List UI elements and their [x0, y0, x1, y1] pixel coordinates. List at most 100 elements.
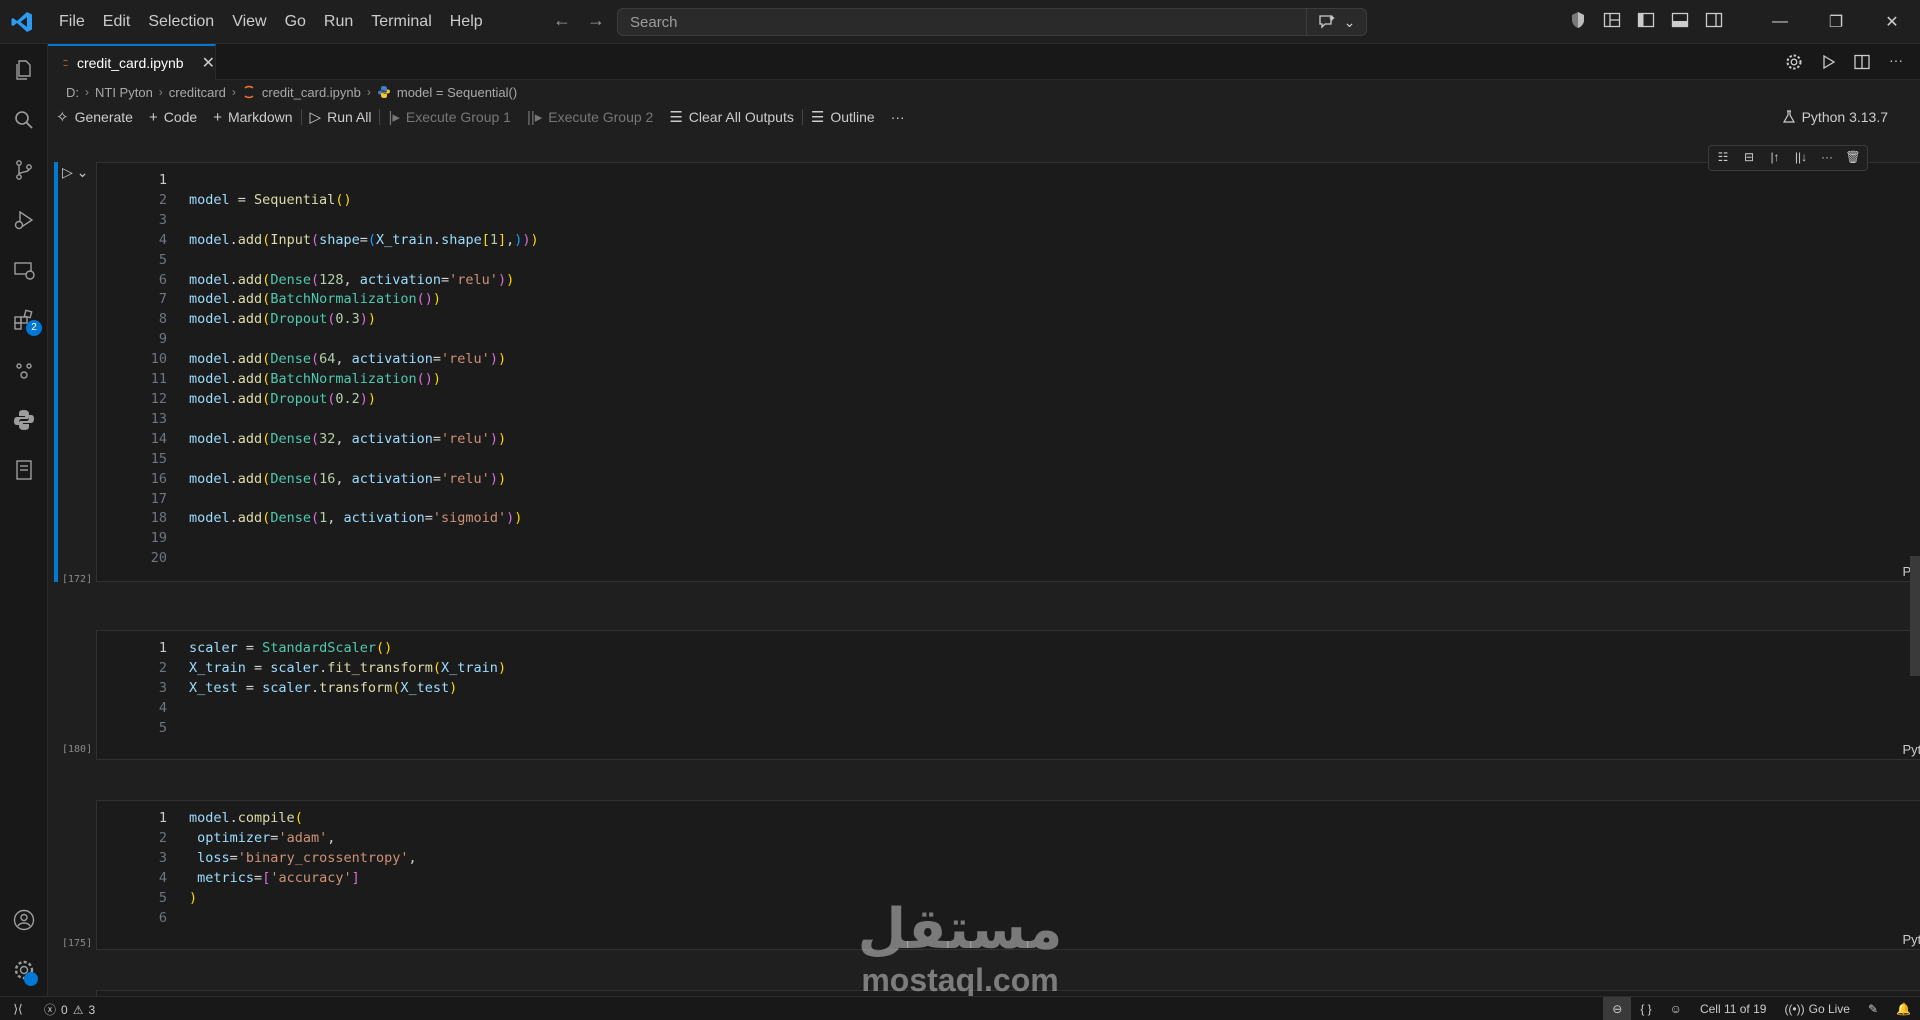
toggle-primary-sidebar-icon[interactable]	[1636, 10, 1656, 30]
menu-help[interactable]: Help	[441, 9, 492, 35]
cell-language[interactable]: Python	[1903, 932, 1920, 947]
cell-more-icon[interactable]: ···	[1819, 150, 1835, 166]
remote-explorer-icon[interactable]	[12, 258, 36, 282]
customize-layout-icon[interactable]	[1602, 10, 1622, 30]
warning-icon: ⚠	[72, 1002, 84, 1017]
accounts-icon[interactable]	[12, 908, 36, 932]
braces-indicator[interactable]: { }	[1631, 997, 1660, 1020]
execute-below-icon[interactable]: ||↓	[1793, 150, 1809, 166]
chevron-right-icon: ›	[85, 85, 89, 99]
menu-run[interactable]: Run	[315, 9, 362, 35]
restore-icon[interactable]: ❐	[1808, 0, 1864, 44]
run-cell-icon[interactable]: ▷ ⌄	[62, 164, 88, 181]
status-right: ⊖ { } ☺ Cell 11 of 19 ((•)) Go Live ✎ 🔔	[1603, 997, 1920, 1020]
breadcrumb-folder-creditcard[interactable]: creditcard	[169, 85, 226, 100]
cell-code[interactable]: 1 2 model = Sequential() 3 4 model.add(Inp…	[97, 171, 539, 569]
add-markdown-cell-button[interactable]: + Markdown	[205, 104, 300, 130]
run-icon[interactable]	[1818, 52, 1838, 72]
menu-view[interactable]: View	[223, 9, 275, 35]
notebook-editor: ▷ ⌄ 1 2 model = Sequential() 3 4 model.add…	[48, 132, 1920, 996]
generate-button[interactable]: ✧ Generate	[48, 104, 141, 130]
more-toolbar-button[interactable]: ···	[883, 104, 913, 130]
vertical-scrollbar[interactable]	[1910, 556, 1920, 676]
close-window-icon[interactable]: ✕	[1864, 0, 1920, 44]
cell-focus-indicator	[54, 162, 58, 582]
mostaql-watermark: مستقل mostaql.com	[843, 898, 1077, 1006]
watermark-arabic: مستقل	[857, 897, 1063, 962]
clear-all-icon: ☰	[669, 109, 683, 126]
run-by-line-icon[interactable]: ☷	[1715, 150, 1731, 166]
zoom-icon[interactable]: ⊖	[1603, 997, 1632, 1020]
cell-position[interactable]: Cell 11 of 19	[1691, 997, 1776, 1020]
menu-terminal[interactable]: Terminal	[362, 9, 440, 35]
toggle-panel-icon[interactable]	[1670, 10, 1690, 30]
minimize-icon[interactable]: —	[1752, 0, 1808, 44]
search-icon[interactable]	[12, 108, 36, 132]
chevron-right-icon: ›	[231, 85, 236, 99]
jupyter-notebook-icon[interactable]	[12, 458, 36, 482]
execute-group-1-button[interactable]: |▸ Execute Group 1	[380, 104, 519, 130]
delete-cell-icon[interactable]: 🗑	[1845, 150, 1861, 166]
feedback-icon[interactable]: ✎	[1859, 997, 1887, 1020]
run-all-button[interactable]: ▷ Run All	[302, 104, 380, 130]
outline-label: Outline	[830, 109, 875, 125]
code-cell[interactable]: 1 scaler = StandardScaler() 2 X_train = sc…	[96, 630, 1920, 760]
more-actions-icon[interactable]: ···	[1886, 52, 1906, 72]
settings-gear-icon[interactable]	[1784, 52, 1804, 72]
copilot-chat-button[interactable]: ⌄	[1306, 9, 1366, 35]
python-cell-icon	[377, 86, 390, 98]
breadcrumb-folder-nti[interactable]: NTI Pyton	[95, 85, 153, 100]
toggle-secondary-sidebar-icon[interactable]	[1704, 10, 1724, 30]
kernel-picker[interactable]: Python 3.13.7	[1782, 104, 1888, 130]
accounts-shield-icon[interactable]	[1568, 10, 1588, 30]
forward-arrow-icon[interactable]: →	[586, 10, 606, 31]
markdown-label: Markdown	[227, 109, 293, 125]
editor-tab-bar: credit_card.ipynb ✕ ···	[48, 44, 1920, 80]
generate-label: Generate	[74, 109, 133, 125]
notifications-bell-icon[interactable]: 🔔	[1887, 997, 1920, 1020]
execute-group-icon: |▸	[388, 109, 400, 126]
menu-go[interactable]: Go	[276, 9, 315, 35]
cell-language[interactable]: Python	[1903, 742, 1920, 757]
menu-edit[interactable]: Edit	[94, 9, 140, 35]
go-live-button[interactable]: ((•)) Go Live	[1775, 997, 1859, 1020]
tab-close-icon[interactable]: ✕	[202, 53, 215, 73]
execute-group-icon: ||▸	[526, 109, 543, 126]
breadcrumb-drive[interactable]: D:	[66, 85, 79, 100]
testing-icon[interactable]	[12, 358, 36, 382]
remote-icon: ⟩⟨	[13, 1001, 23, 1016]
breadcrumb-file[interactable]: credit_card.ipynb	[262, 85, 361, 100]
menu-file[interactable]: File	[50, 9, 94, 35]
explorer-icon[interactable]	[12, 58, 36, 82]
code-cell[interactable]: 1 2 model = Sequential() 3 4 model.add(Inp…	[96, 162, 1920, 582]
clear-all-outputs-button[interactable]: ☰ Clear All Outputs	[661, 104, 802, 130]
back-arrow-icon[interactable]: ←	[552, 10, 572, 31]
execution-count: [180]	[62, 744, 93, 755]
remote-indicator[interactable]: ⟩⟨	[0, 997, 36, 1020]
command-center-search[interactable]: Search ⌄	[617, 8, 1367, 36]
split-editor-icon[interactable]	[1852, 52, 1872, 72]
cell-code[interactable]: 1 scaler = StandardScaler() 2 X_train = sc…	[97, 639, 506, 739]
run-debug-icon[interactable]	[12, 208, 36, 232]
split-cell-icon[interactable]: ⊟	[1741, 150, 1757, 166]
source-control-icon[interactable]	[12, 158, 36, 182]
navigation-arrows: ← →	[552, 10, 606, 31]
flask-icon	[1782, 110, 1795, 123]
activity-bar: 2	[0, 44, 48, 996]
outline-button[interactable]: ☰ Outline	[803, 104, 883, 130]
problems-indicator[interactable]: ⓧ 0 ⚠ 3	[44, 1001, 95, 1018]
execute-above-icon[interactable]: |↑	[1767, 150, 1783, 166]
watermark-latin: mostaql.com	[861, 962, 1059, 998]
copilot-icon[interactable]: ☺	[1661, 997, 1691, 1020]
plus-icon: +	[213, 108, 222, 126]
sparkle-icon: ✧	[56, 109, 69, 126]
cell-code[interactable]: 1 model.compile( 2 optimizer='adam', 3 lo…	[97, 809, 417, 928]
breadcrumb-symbol[interactable]: model = Sequential()	[397, 85, 517, 100]
run-all-label: Run All	[327, 109, 372, 125]
python-icon[interactable]	[12, 408, 36, 432]
tab-credit-card-notebook[interactable]: credit_card.ipynb ✕	[48, 44, 216, 80]
menu-selection[interactable]: Selection	[139, 9, 223, 35]
execute-group-2-button[interactable]: ||▸ Execute Group 2	[519, 104, 661, 130]
execution-count: [172]	[62, 574, 93, 585]
add-code-cell-button[interactable]: + Code	[141, 104, 205, 130]
